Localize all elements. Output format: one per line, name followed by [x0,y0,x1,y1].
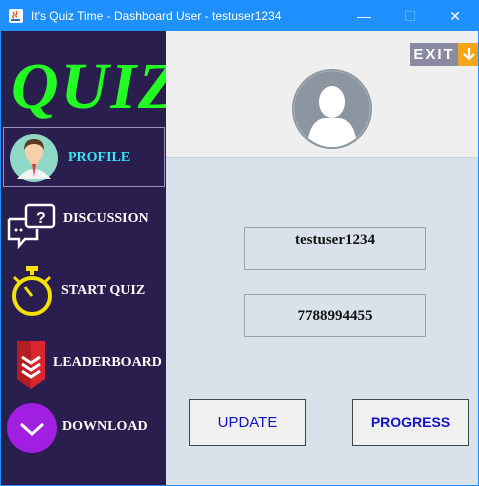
sidebar-item-download[interactable]: DOWNLOAD [3,397,165,457]
close-button[interactable]: ✕ [432,1,478,31]
svg-text:?: ? [36,210,46,227]
progress-button[interactable]: PROGRESS [352,399,469,446]
rank-badge-icon [17,341,45,389]
app-window: It's Quiz Time - Dashboard User - testus… [0,0,479,486]
sidebar-item-label: DISCUSSION [63,211,149,226]
maximize-button[interactable]: ☐ [387,1,433,31]
chat-bubbles-icon: ? [7,203,56,249]
sidebar-item-start-quiz[interactable]: START QUIZ [3,261,165,321]
user-avatar-icon [10,134,58,182]
download-circle-icon [7,403,57,453]
sidebar-item-label: PROFILE [68,150,131,165]
sidebar: QUIZ PROFILE ? DISCUSSION START QUIZ LEA… [1,31,181,485]
sidebar-item-label: DOWNLOAD [62,419,148,434]
update-button[interactable]: UPDATE [189,399,306,446]
username-field[interactable]: testuser1234 [244,227,426,270]
exit-label: EXIT [410,43,458,66]
minimize-button[interactable]: — [341,1,387,31]
window-title: It's Quiz Time - Dashboard User - testus… [31,9,282,23]
profile-panel: EXIT testuser1234 7788994455 UPDATE PROG… [166,31,478,485]
java-app-icon [9,9,23,23]
profile-header: EXIT [166,31,478,158]
sidebar-item-leaderboard[interactable]: LEADERBOARD [3,333,165,393]
exit-arrow-icon [458,43,478,66]
quiz-logo: QUIZ [11,50,181,123]
title-bar[interactable]: It's Quiz Time - Dashboard User - testus… [1,1,478,31]
profile-avatar-icon [292,69,372,149]
exit-button[interactable]: EXIT [410,43,478,66]
phone-field[interactable]: 7788994455 [244,294,426,337]
stopwatch-icon [12,266,52,316]
sidebar-item-label: START QUIZ [61,283,146,298]
sidebar-item-label: LEADERBOARD [53,355,162,370]
sidebar-item-discussion[interactable]: ? DISCUSSION [3,189,165,249]
sidebar-item-profile[interactable]: PROFILE [3,127,165,187]
